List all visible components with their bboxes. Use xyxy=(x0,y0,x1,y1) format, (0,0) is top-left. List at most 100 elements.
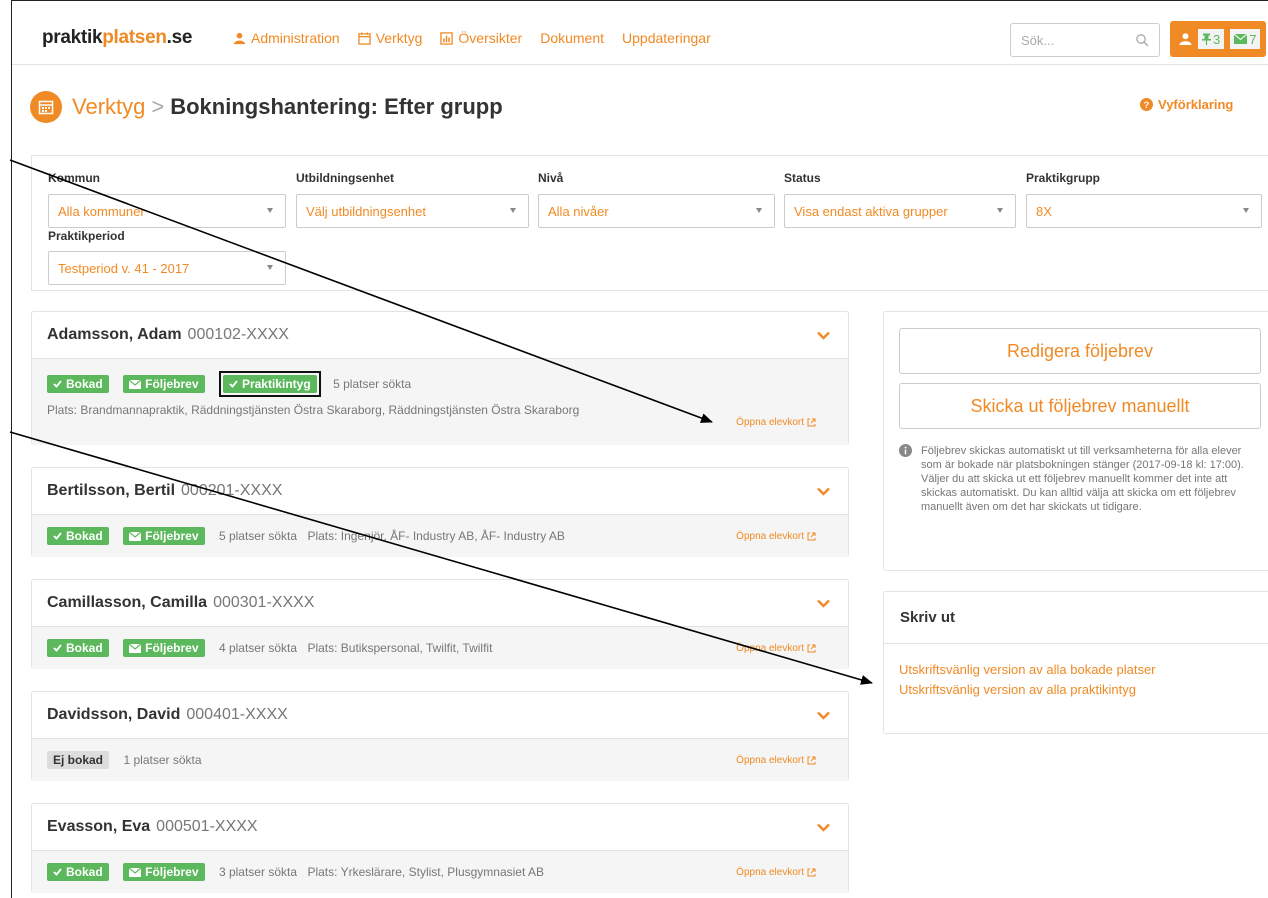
kommun-select[interactable]: Alla kommuner xyxy=(48,194,286,228)
nav-dokument[interactable]: Dokument xyxy=(540,30,604,46)
open-student-card-link[interactable]: Öppna elevkort xyxy=(736,643,816,654)
app-window: praktikplatsen.se Administration Verktyg… xyxy=(11,0,1268,898)
chevron-down-icon[interactable] xyxy=(817,599,830,608)
status-badge-ej-bokad: Ej bokad xyxy=(47,751,110,769)
highlight-box: Praktikintyg xyxy=(218,371,321,398)
student-card-body: Bokad Följebrev 5 platser sökta Plats: I… xyxy=(32,514,848,557)
nav-verktyg[interactable]: Verktyg xyxy=(357,30,423,46)
chevron-down-icon[interactable] xyxy=(817,331,830,340)
chevron-down-icon[interactable] xyxy=(817,823,830,832)
help-label: Vyförklaring xyxy=(1158,97,1234,112)
open-student-card-link[interactable]: Öppna elevkort xyxy=(736,417,816,428)
utbildningsenhet-select[interactable]: Välj utbildningsenhet xyxy=(296,194,529,228)
external-link-icon xyxy=(807,756,816,765)
logo[interactable]: praktikplatsen.se xyxy=(42,27,192,49)
student-pnr: 000401-XXXX xyxy=(186,706,288,723)
filter-label-utbildningsenhet: Utbildningsenhet xyxy=(296,171,394,185)
mail-icon xyxy=(1234,34,1248,44)
edit-letter-button[interactable]: Redigera följebrev xyxy=(899,328,1261,374)
status-select[interactable]: Visa endast aktiva grupper xyxy=(784,194,1016,228)
student-card-body: Ej bokad 1 platser sökta Öppna elevkort xyxy=(32,738,848,781)
print-certificates-link[interactable]: Utskriftsvänlig version av alla praktiki… xyxy=(899,680,1261,700)
nav-label: Administration xyxy=(251,30,340,46)
student-card-body: Bokad Följebrev 4 platser sökta Plats: B… xyxy=(32,626,848,669)
chevron-down-icon[interactable] xyxy=(817,711,830,720)
calendar-icon xyxy=(30,91,62,123)
mail-icon xyxy=(129,867,142,877)
select-value: Välj utbildningsenhet xyxy=(306,203,426,219)
link-label: Öppna elevkort xyxy=(736,531,804,542)
tag-label: Bokad xyxy=(66,377,103,392)
search-input[interactable] xyxy=(1011,24,1121,56)
print-panel: Skriv ut Utskriftsvänlig version av alla… xyxy=(883,591,1268,734)
external-link-icon xyxy=(807,532,816,541)
status-badge-praktikintyg: Praktikintyg xyxy=(222,375,317,393)
print-booked-link[interactable]: Utskriftsvänlig version av alla bokade p… xyxy=(899,660,1261,680)
praktikgrupp-select[interactable]: 8X xyxy=(1026,194,1262,228)
student-card-header[interactable]: Evasson, Eva 000501-XXXX xyxy=(32,804,848,850)
breadcrumb-separator: > xyxy=(151,94,165,119)
page-header: Verktyg > Bokningshantering: Efter grupp xyxy=(30,91,503,123)
status-badge-bokad: Bokad xyxy=(47,639,109,657)
niva-select[interactable]: Alla nivåer xyxy=(538,194,775,228)
view-explanation-link[interactable]: ? Vyförklaring xyxy=(1140,97,1233,112)
nav-oversikter[interactable]: Översikter xyxy=(440,30,522,46)
student-card-header[interactable]: Adamsson, Adam 000102-XXXX xyxy=(32,312,848,358)
select-value: Visa endast aktiva grupper xyxy=(794,203,948,219)
nav-uppdateringar[interactable]: Uppdateringar xyxy=(622,30,711,46)
placement-text: Plats: Brandmannapraktik, Räddningstjäns… xyxy=(47,403,580,418)
nav-label: Dokument xyxy=(540,30,605,46)
nav-label: Verktyg xyxy=(375,30,423,46)
pin-badge[interactable]: 3 xyxy=(1198,29,1225,49)
caret-down-icon xyxy=(267,265,273,270)
user-menu[interactable]: 3 7 xyxy=(1170,21,1266,57)
student-card-header[interactable]: Camillasson, Camilla 000301-XXXX xyxy=(32,580,848,626)
open-student-card-link[interactable]: Öppna elevkort xyxy=(736,755,816,766)
open-student-card-link[interactable]: Öppna elevkort xyxy=(736,531,816,542)
link-label: Öppna elevkort xyxy=(736,755,804,766)
pin-icon xyxy=(1202,33,1211,45)
status-badge-foljebrev: Följebrev xyxy=(123,863,205,881)
select-value: Alla kommuner xyxy=(58,203,145,219)
external-link-icon xyxy=(807,644,816,653)
link-label: Öppna elevkort xyxy=(736,867,804,878)
chevron-down-icon[interactable] xyxy=(817,487,830,496)
info-text: Följebrev skickas automatiskt ut till ve… xyxy=(899,444,1261,514)
pin-count: 3 xyxy=(1213,31,1221,47)
student-card: Davidsson, David 000401-XXXX Ej bokad 1 … xyxy=(31,691,849,781)
nav-administration[interactable]: Administration xyxy=(233,30,340,46)
student-pnr: 000102-XXXX xyxy=(187,326,289,343)
top-navbar: praktikplatsen.se Administration Verktyg… xyxy=(12,1,1268,65)
caret-down-icon xyxy=(756,208,762,213)
logo-part-2: platsen xyxy=(102,27,167,48)
student-name: Adamsson, Adam xyxy=(47,326,182,343)
open-student-card-link[interactable]: Öppna elevkort xyxy=(736,867,816,878)
breadcrumb-verktyg[interactable]: Verktyg xyxy=(72,94,145,119)
status-badge-bokad: Bokad xyxy=(47,863,109,881)
student-name: Evasson, Eva xyxy=(47,818,151,835)
print-links: Utskriftsvänlig version av alla bokade p… xyxy=(884,644,1268,716)
tag-label: Ej bokad xyxy=(53,753,104,767)
mail-badge[interactable]: 7 xyxy=(1230,29,1261,49)
send-letter-manually-button[interactable]: Skicka ut följebrev manuellt xyxy=(899,383,1261,429)
logo-part-3: .se xyxy=(166,27,193,48)
student-card: Evasson, Eva 000501-XXXX Bokad Följebrev… xyxy=(31,803,849,893)
filter-label-status: Status xyxy=(784,171,821,185)
student-pnr: 000301-XXXX xyxy=(213,594,315,611)
searched-count: 5 platser sökta xyxy=(333,377,412,392)
search-icon[interactable] xyxy=(1135,33,1149,47)
select-value: 8X xyxy=(1036,203,1052,219)
mail-icon xyxy=(129,531,142,541)
student-card-header[interactable]: Davidsson, David 000401-XXXX xyxy=(32,692,848,738)
praktikperiod-select[interactable]: Testperiod v. 41 - 2017 xyxy=(48,251,286,285)
check-icon xyxy=(53,644,62,652)
check-icon xyxy=(53,380,62,388)
placement-text: Plats: Butikspersonal, Twilfit, Twilfit xyxy=(307,641,493,655)
link-label: Öppna elevkort xyxy=(736,417,804,428)
student-card: Camillasson, Camilla 000301-XXXX Bokad F… xyxy=(31,579,849,669)
external-link-icon xyxy=(807,868,816,877)
logo-part-1: praktik xyxy=(42,27,103,48)
filter-panel: Kommun Alla kommuner Utbildningsenhet Vä… xyxy=(31,155,1268,291)
tag-label: Följebrev xyxy=(145,865,199,879)
student-card-header[interactable]: Bertilsson, Bertil 000201-XXXX xyxy=(32,468,848,514)
